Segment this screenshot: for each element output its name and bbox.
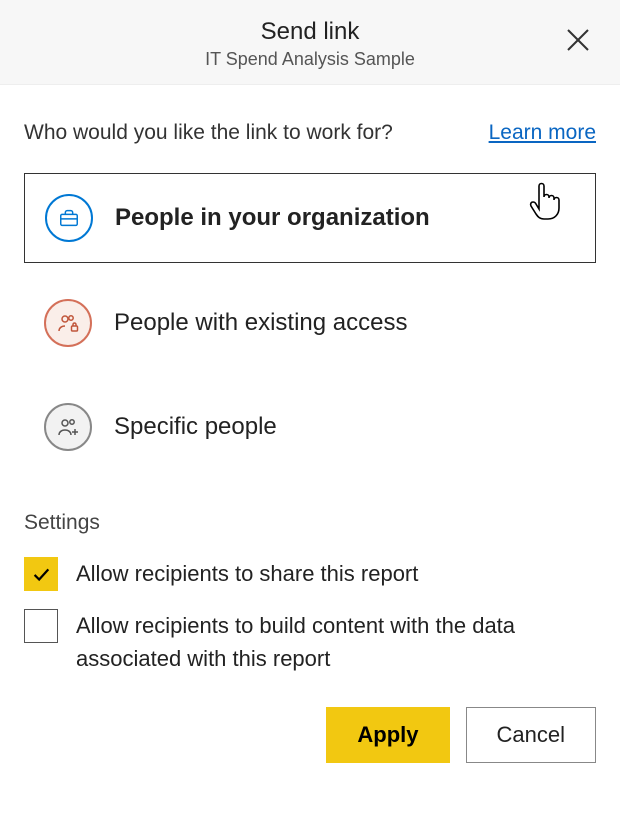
checkbox-allow-build[interactable] (24, 609, 58, 643)
check-icon (30, 563, 52, 585)
option-organization[interactable]: People in your organization (24, 173, 596, 263)
button-row: Apply Cancel (24, 707, 596, 763)
learn-more-link[interactable]: Learn more (489, 121, 596, 145)
checkbox-allow-share-label: Allow recipients to share this report (76, 557, 418, 590)
option-existing-access-label: People with existing access (114, 309, 407, 337)
option-existing-access[interactable]: People with existing access (24, 279, 596, 367)
checkbox-row-allow-share: Allow recipients to share this report (24, 557, 596, 591)
cursor-hand-icon (525, 180, 563, 227)
settings-heading: Settings (24, 511, 596, 535)
close-button[interactable] (560, 22, 596, 58)
briefcase-icon (45, 194, 93, 242)
dialog-title: Send link (24, 18, 596, 47)
option-specific-people[interactable]: Specific people (24, 383, 596, 471)
close-icon (565, 27, 591, 53)
people-lock-icon (44, 299, 92, 347)
cancel-button[interactable]: Cancel (466, 707, 596, 763)
dialog-content: Who would you like the link to work for?… (0, 85, 620, 787)
option-organization-label: People in your organization (115, 204, 430, 232)
people-add-icon (44, 403, 92, 451)
settings-section: Settings Allow recipients to share this … (24, 511, 596, 675)
option-specific-people-label: Specific people (114, 413, 277, 441)
prompt-question: Who would you like the link to work for? (24, 121, 393, 145)
checkbox-row-allow-build: Allow recipients to build content with t… (24, 609, 596, 675)
apply-button[interactable]: Apply (326, 707, 449, 763)
prompt-row: Who would you like the link to work for?… (24, 121, 596, 145)
checkbox-allow-build-label: Allow recipients to build content with t… (76, 609, 596, 675)
dialog-subtitle: IT Spend Analysis Sample (24, 49, 596, 70)
checkbox-allow-share[interactable] (24, 557, 58, 591)
dialog-header: Send link IT Spend Analysis Sample (0, 0, 620, 85)
